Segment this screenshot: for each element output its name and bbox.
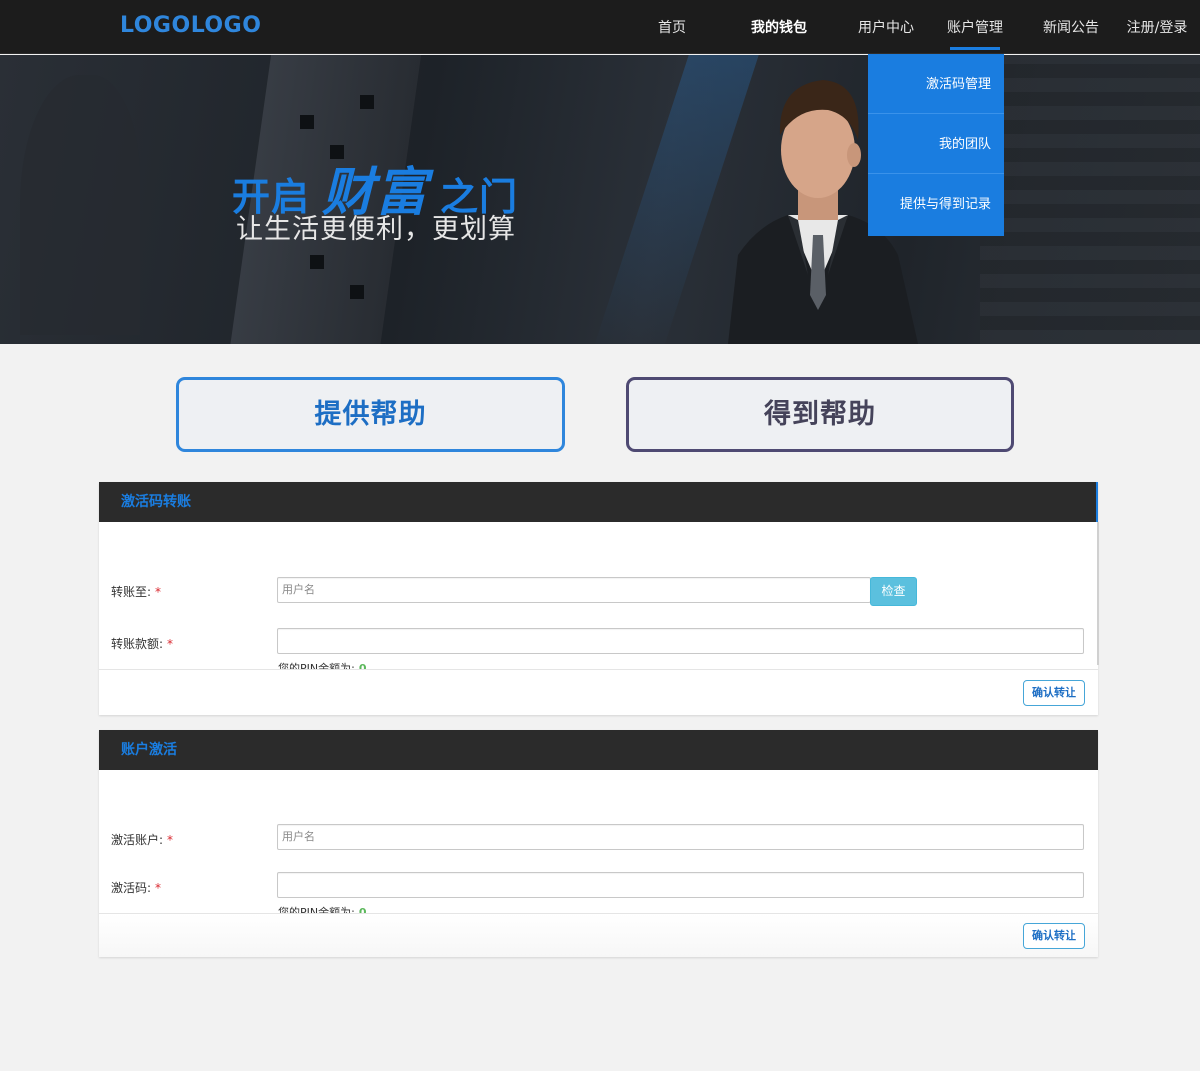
panel-title: 账户激活 [99,730,1098,770]
required-mark: * [167,637,174,651]
confirm-transfer-button[interactable]: 确认转让 [1023,680,1085,706]
transfer-amount-label-text: 转账款额: [111,637,164,651]
banner-window [310,255,324,269]
site-logo[interactable]: LOGOLOGO [120,13,261,38]
transfer-to-label: 转账至: * [111,583,161,600]
confirm-activation-button[interactable]: 确认转让 [1023,923,1085,949]
nav-account-management[interactable]: 账户管理 [940,0,1010,54]
transfer-to-label-text: 转账至: [111,585,152,599]
panel-body: 激活账户:* 用户名 激活码:* 您的PIN余额为:0 确认转让 [99,770,1098,957]
dropdown-item-help-records[interactable]: 提供与得到记录 [868,174,1004,234]
nav-register-login[interactable]: 注册/登录 [1122,0,1192,54]
activation-code-transfer-panel: 激活码转账 转账至:* 用户名 检查 转账款额:* 您的PIN余额为:0 确认转… [99,482,1099,715]
activate-account-input[interactable]: 用户名 [277,824,1084,850]
banner-window [360,95,374,109]
banner-building-left [20,75,140,335]
account-management-dropdown: 激活码管理 我的团队 提供与得到记录 [868,54,1004,236]
transfer-to-input[interactable]: 用户名 [277,577,871,603]
nav-user-center[interactable]: 用户中心 [852,0,920,54]
banner-tagline: 让生活更便利，更划算 [236,214,516,245]
top-nav-bar: LOGOLOGO 首页 我的钱包 用户中心 账户管理 新闻公告 注册/登录 [0,0,1200,54]
account-activation-panel: 账户激活 激活账户:* 用户名 激活码:* 您的PIN余额为:0 确认转让 [99,730,1098,957]
nav-news[interactable]: 新闻公告 [1037,0,1105,54]
panel-scrollbar[interactable] [1097,522,1099,665]
activation-code-label: 激活码: * [111,879,161,896]
panel-title: 激活码转账 [99,482,1098,522]
give-help-button[interactable]: 提供帮助 [176,377,565,452]
banner-building-right [980,55,1200,344]
transfer-amount-label: 转账款额: * [111,635,173,652]
nav-home[interactable]: 首页 [650,0,694,54]
check-button[interactable]: 检查 [870,577,917,606]
activate-account-label: 激活账户: * [111,831,173,848]
panel-footer: 确认转让 [99,669,1098,715]
activation-code-label-text: 激活码: [111,881,152,895]
required-mark: * [155,585,162,599]
transfer-amount-input[interactable] [277,628,1084,654]
panel-body: 转账至:* 用户名 检查 转账款额:* 您的PIN余额为:0 确认转让 [99,522,1099,715]
hero-banner: 开启 财富 之门 让生活更便利，更划算 [0,55,1200,344]
banner-window [300,115,314,129]
activate-account-label-text: 激活账户: [111,833,164,847]
activation-code-input[interactable] [277,872,1084,898]
get-help-button[interactable]: 得到帮助 [626,377,1014,452]
required-mark: * [155,881,162,895]
dropdown-item-activation-codes[interactable]: 激活码管理 [868,54,1004,114]
panel-footer: 确认转让 [99,913,1098,957]
banner-window [350,285,364,299]
dropdown-item-my-team[interactable]: 我的团队 [868,114,1004,174]
required-mark: * [167,833,174,847]
nav-wallet[interactable]: 我的钱包 [745,0,813,54]
